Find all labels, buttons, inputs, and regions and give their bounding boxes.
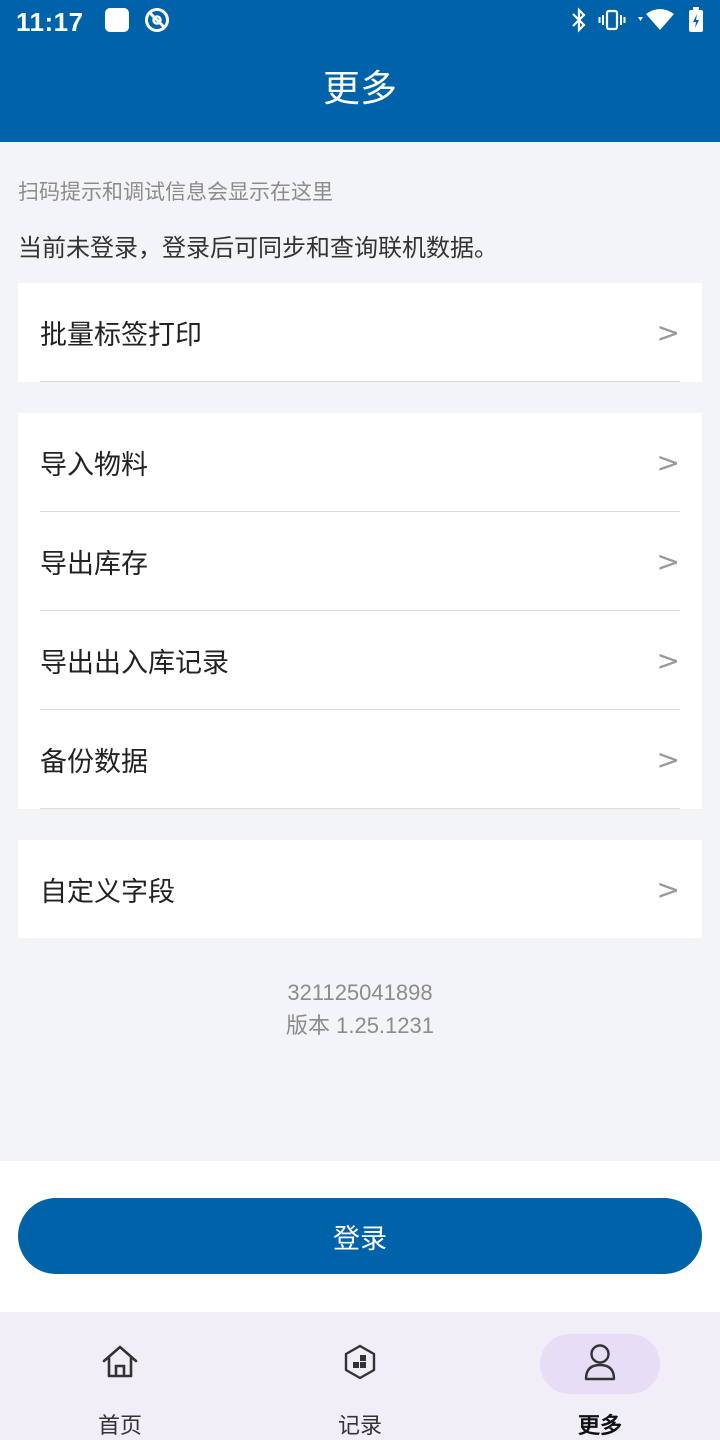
- device-id: 321125041898: [287, 980, 433, 1005]
- battery-icon: [688, 7, 704, 37]
- vibrate-icon: [598, 8, 626, 36]
- data-menu-group: 导入物料 > 导出库存 > 导出出入库记录 > 备份数据 >: [18, 413, 702, 809]
- sync-status-icon: [144, 7, 170, 37]
- menu-item-label: 导出库存: [40, 549, 148, 580]
- menu-item-export-stock-records[interactable]: 导出出入库记录 >: [18, 611, 702, 710]
- home-icon: [100, 1342, 140, 1386]
- menu-item-label: 自定义字段: [40, 876, 175, 908]
- person-icon: [582, 1342, 618, 1386]
- scan-hint-text: 扫码提示和调试信息会显示在这里: [18, 180, 333, 204]
- login-area: 登录: [0, 1161, 720, 1312]
- chevron-right-icon: >: [656, 872, 680, 906]
- records-icon: [342, 1344, 378, 1384]
- status-bar: 11:17: [0, 0, 720, 44]
- app-header: 11:17 更多: [0, 0, 720, 142]
- chevron-right-icon: >: [656, 644, 680, 677]
- menu-item-label: 导出出入库记录: [40, 648, 229, 679]
- menu-item-label: 备份数据: [40, 747, 148, 778]
- print-menu-group: 批量标签打印 >: [18, 283, 702, 382]
- menu-item-export-inventory[interactable]: 导出库存 >: [18, 512, 702, 611]
- login-button[interactable]: 登录: [18, 1198, 702, 1274]
- status-time: 11:17: [16, 6, 84, 37]
- nav-item-records[interactable]: 记录: [240, 1312, 480, 1440]
- nav-item-more[interactable]: 更多: [480, 1312, 720, 1440]
- menu-item-batch-label-print[interactable]: 批量标签打印 >: [18, 283, 702, 382]
- notification-app-icon: [104, 7, 130, 37]
- nav-label: 更多: [577, 1414, 622, 1439]
- menu-item-label: 导入物料: [40, 450, 148, 481]
- wifi-icon: [636, 8, 678, 36]
- menu-item-import-materials[interactable]: 导入物料 >: [18, 413, 702, 512]
- bluetooth-icon: [570, 7, 588, 37]
- nav-label: 记录: [337, 1414, 382, 1439]
- version-text: 版本 1.25.1231: [286, 1013, 434, 1038]
- chevron-right-icon: >: [656, 743, 680, 776]
- chevron-right-icon: >: [656, 316, 680, 349]
- nav-label: 首页: [97, 1414, 142, 1439]
- menu-item-custom-fields[interactable]: 自定义字段 >: [18, 840, 702, 938]
- login-status-text: 当前未登录，登录后可同步和查询联机数据。: [18, 234, 498, 262]
- page-title: 更多: [323, 67, 397, 110]
- nav-item-home[interactable]: 首页: [0, 1312, 240, 1440]
- chevron-right-icon: >: [656, 545, 680, 578]
- menu-item-backup-data[interactable]: 备份数据 >: [18, 710, 702, 809]
- bottom-nav: 首页 记录 更多: [0, 1312, 720, 1440]
- menu-item-label: 批量标签打印: [40, 320, 202, 351]
- version-info: 321125041898 版本 1.25.1231: [0, 976, 720, 1042]
- fields-menu-group: 自定义字段 >: [18, 840, 702, 938]
- chevron-right-icon: >: [656, 446, 680, 479]
